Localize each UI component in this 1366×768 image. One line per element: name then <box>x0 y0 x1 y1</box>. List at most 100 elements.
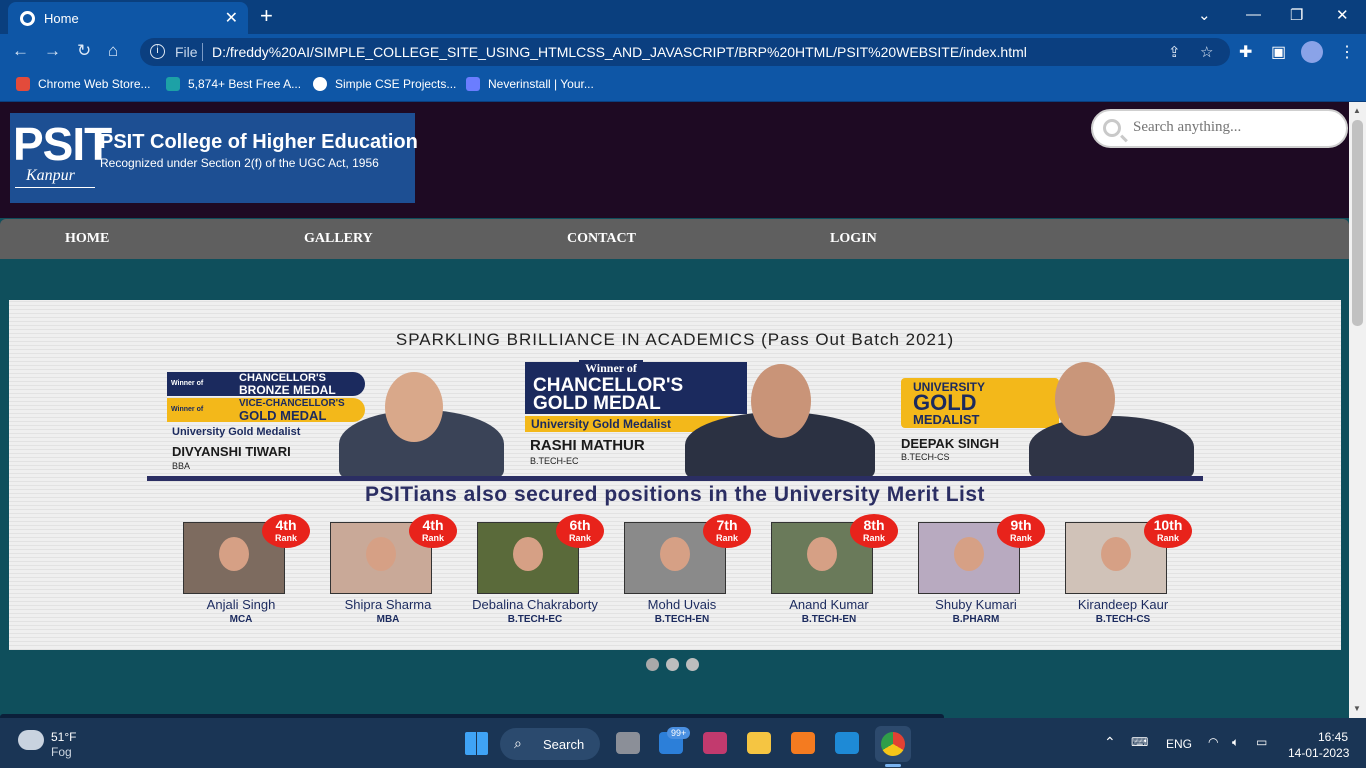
weather-desc: Fog <box>51 745 72 759</box>
back-icon[interactable]: ← <box>12 42 29 60</box>
restore-icon[interactable]: ❐ <box>1290 6 1303 24</box>
language-indicator[interactable]: ENG <box>1166 737 1192 751</box>
medalist-course: B.TECH-EC <box>530 456 579 466</box>
rank-badge: 8th Rank <box>850 514 898 548</box>
profile-avatar[interactable] <box>1301 41 1323 63</box>
merit-list-heading: PSITians also secured positions in the U… <box>364 483 986 506</box>
minimize-icon[interactable]: — <box>1246 6 1261 23</box>
page-scrollbar[interactable]: ▲ ▼ <box>1349 102 1366 718</box>
browser-toolbar: ← → ↻ ⌂ i File D:/freddy%20AI/SIMPLE_COL… <box>0 34 1366 70</box>
bronze-medal-tag: Winner of CHANCELLOR'S BRONZE MEDAL <box>167 372 365 396</box>
banner-divider <box>147 476 1203 481</box>
nav-home[interactable]: HOME <box>65 231 109 247</box>
search-icon <box>1103 119 1121 137</box>
volume-icon[interactable]: 🔈︎ <box>1232 735 1239 750</box>
bookmark-free-assets[interactable]: 5,874+ Best Free A... <box>166 77 301 91</box>
ranker-card: 4th Rank Anjali Singh MCA <box>171 514 311 630</box>
close-tab-icon[interactable]: ✕ <box>225 8 238 28</box>
bookmark-cse-projects[interactable]: Simple CSE Projects... <box>313 77 456 91</box>
medalist-course: B.TECH-CS <box>901 452 950 462</box>
mail-badge: 99+ <box>667 727 691 739</box>
medalist-name: DIVYANSHI TIWARI <box>172 444 291 459</box>
rank-badge: 4th Rank <box>409 514 457 548</box>
search-icon: ⌕ <box>514 735 522 751</box>
nav-gallery[interactable]: GALLERY <box>304 231 373 247</box>
web-store-icon <box>16 77 30 91</box>
tab-search-chevron-icon[interactable]: ⌄ <box>1198 6 1211 24</box>
ranker-course: B.TECH-EN <box>801 614 857 625</box>
ranker-course: B.PHARM <box>952 614 1000 625</box>
home-icon[interactable]: ⌂ <box>108 42 118 60</box>
globe-icon <box>313 77 327 91</box>
side-panel-icon[interactable]: ▣ <box>1271 42 1286 62</box>
file-explorer-icon[interactable] <box>747 732 771 754</box>
ranker-course: B.TECH-EC <box>507 614 563 625</box>
extensions-icon[interactable]: ✚ <box>1239 42 1252 62</box>
xampp-icon[interactable] <box>791 732 815 754</box>
slide-dot-1[interactable] <box>646 658 659 671</box>
bookmark-chrome-web-store[interactable]: Chrome Web Store... <box>16 77 151 91</box>
slide-dot-3[interactable] <box>686 658 699 671</box>
taskbar-search[interactable]: ⌕ Search <box>500 728 600 760</box>
chrome-icon <box>881 732 905 756</box>
ranker-card: 10th Rank Kirandeep Kaur B.TECH-CS <box>1053 514 1193 630</box>
vscode-icon[interactable] <box>835 732 859 754</box>
ranker-card: 8th Rank Anand Kumar B.TECH-EN <box>759 514 899 630</box>
nav-login[interactable]: LOGIN <box>830 231 877 247</box>
rank-badge: 9th Rank <box>997 514 1045 548</box>
site-navbar: HOME GALLERY CONTACT LOGIN <box>0 219 1349 259</box>
close-window-icon[interactable]: ✕ <box>1336 6 1349 24</box>
site-info-icon[interactable]: i <box>150 44 165 59</box>
browser-tab-strip: Home ✕ + ⌄ — ❐ ✕ <box>0 0 1366 34</box>
new-tab-button[interactable]: + <box>260 5 273 27</box>
battery-icon[interactable]: ▭ <box>1256 735 1267 749</box>
college-logo[interactable]: PSIT Kanpur PSIT College of Higher Educa… <box>10 113 418 203</box>
address-bar[interactable]: i File D:/freddy%20AI/SIMPLE_COLLEGE_SIT… <box>140 38 1230 66</box>
clock-date[interactable]: 14-01-2023 <box>1288 746 1349 760</box>
task-view-icon[interactable] <box>616 732 640 754</box>
slideshow-banner[interactable]: SPARKLING BRILLIANCE IN ACADEMICS (Pass … <box>9 300 1341 650</box>
weather-cloud-icon[interactable] <box>18 730 44 750</box>
chancellor-gold-medal-tag: Winner of CHANCELLOR'S GOLD MEDAL <box>525 360 747 414</box>
tab-title: Home <box>44 11 79 26</box>
start-windows-icon[interactable] <box>465 732 488 755</box>
ranker-course: B.TECH-CS <box>1095 614 1151 625</box>
neverinstall-icon <box>466 77 480 91</box>
search-input[interactable] <box>1133 119 1333 136</box>
ranker-card: 4th Rank Shipra Sharma MBA <box>318 514 458 630</box>
medalist-course: BBA <box>172 461 191 471</box>
clock-time[interactable]: 16:45 <box>1318 730 1348 744</box>
nav-contact[interactable]: CONTACT <box>567 231 636 247</box>
slide-dot-2[interactable] <box>666 658 679 671</box>
ranker-name: Debalina Chakraborty <box>472 597 598 612</box>
reload-icon[interactable]: ↻ <box>77 42 91 60</box>
share-icon[interactable]: ⇪ <box>1168 43 1181 61</box>
wifi-icon[interactable]: ◠ <box>1208 735 1218 749</box>
ranker-name: Shipra Sharma <box>344 597 432 612</box>
student-face <box>1055 362 1115 436</box>
ranker-card: 6th Rank Debalina Chakraborty B.TECH-EC <box>465 514 605 630</box>
ranker-name: Mohd Uvais <box>647 597 717 612</box>
bookmark-neverinstall[interactable]: Neverinstall | Your... <box>466 77 594 91</box>
bookmark-star-icon[interactable]: ☆ <box>1200 43 1213 61</box>
browser-tab-home[interactable]: Home ✕ <box>8 2 248 34</box>
url-text[interactable]: D:/freddy%20AI/SIMPLE_COLLEGE_SITE_USING… <box>212 44 1027 60</box>
medalist-title: University Gold Medalist <box>172 426 301 438</box>
scroll-down-icon[interactable]: ▼ <box>1353 704 1361 713</box>
tray-chevron-up-icon[interactable]: ⌃ <box>1104 734 1116 751</box>
student-face <box>751 364 811 438</box>
keyboard-icon[interactable]: ⌨ <box>1131 735 1148 749</box>
scroll-up-icon[interactable]: ▲ <box>1353 106 1361 115</box>
vc-gold-medal-tag: Winner of VICE-CHANCELLOR'S GOLD MEDAL <box>167 398 365 422</box>
scrollbar-thumb[interactable] <box>1352 120 1363 326</box>
chrome-taskbar-button[interactable] <box>875 726 911 762</box>
rank-badge: 4th Rank <box>262 514 310 548</box>
menu-icon[interactable]: ⋮ <box>1339 42 1355 62</box>
forward-icon[interactable]: → <box>44 42 61 60</box>
globe-icon <box>20 11 35 26</box>
student-photo <box>1029 416 1194 478</box>
site-search-box[interactable] <box>1091 109 1348 148</box>
ranker-card: 9th Rank Shuby Kumari B.PHARM <box>906 514 1046 630</box>
ranker-card: 7th Rank Mohd Uvais B.TECH-EN <box>612 514 752 630</box>
store-app-icon[interactable] <box>703 732 727 754</box>
